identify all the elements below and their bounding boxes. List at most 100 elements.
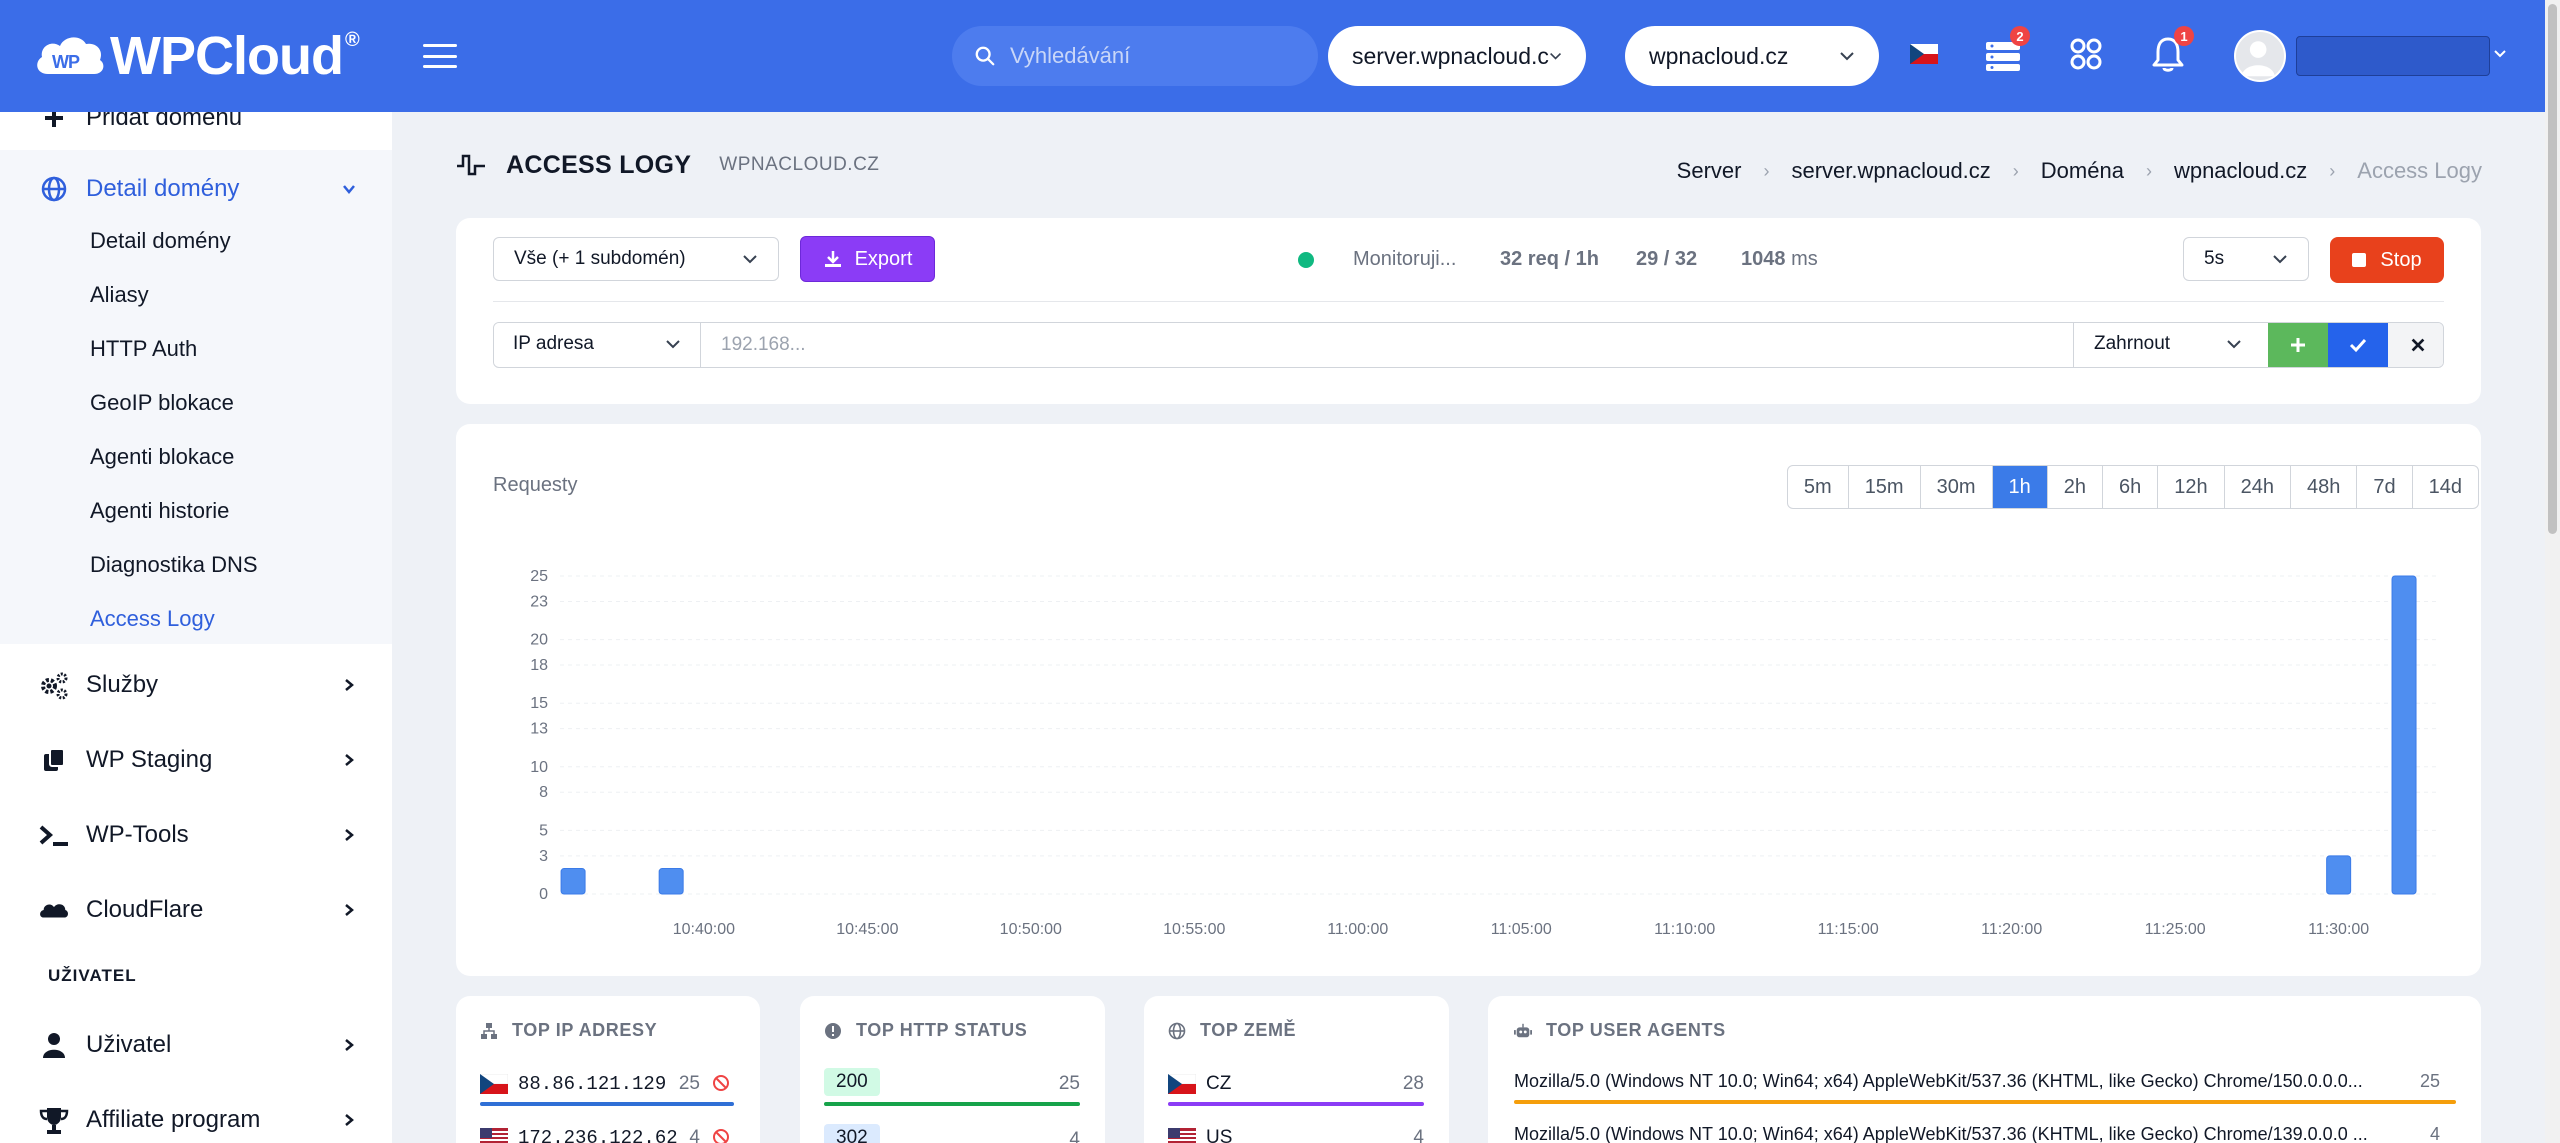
range-button-24h[interactable]: 24h [2225,466,2291,508]
country-count: 4 [1413,1127,1424,1143]
sidebar-item-cloudflare[interactable]: CloudFlare [0,883,392,937]
logo[interactable]: WP WPCloud ® [32,26,360,86]
request-rate: 32 req / 1h [1500,248,1599,271]
top-bar: WP WPCloud® server.wpnacloud.c wpnacloud… [0,0,2545,112]
section-user-heading: UŽIVATEL [48,966,137,985]
filter-type-value: IP adresa [513,333,594,354]
sidebar-item-domain-detail[interactable]: Detail domény [0,164,392,214]
x-tick-label: 11:00:00 [1327,921,1388,938]
search-box[interactable] [952,26,1318,86]
range-button-14d[interactable]: 14d [2413,466,2478,508]
breadcrumb-server[interactable]: Server [1677,158,1742,184]
submenu-access-logs[interactable]: Access Logy [90,606,215,632]
search-icon [975,46,995,66]
filter-mode-select[interactable]: Zahrnout [2074,323,2262,366]
breadcrumb-domain-name[interactable]: wpnacloud.cz [2174,158,2307,184]
range-button-7d[interactable]: 7d [2357,466,2413,508]
chart-bar[interactable] [658,868,684,895]
chevron-down-icon [666,340,680,349]
servers-button[interactable]: 2 [1984,26,2030,74]
range-button-1h[interactable]: 1h [1992,466,2048,508]
domain-select[interactable]: wpnacloud.cz [1625,26,1879,86]
sidebar-item-user[interactable]: Uživatel [0,1018,392,1072]
status-code-chip: 302 [824,1124,880,1143]
add-filter-button[interactable] [2268,323,2328,367]
submenu-http-auth[interactable]: HTTP Auth [90,336,197,362]
sidebar-item-label: WP-Tools [86,821,189,848]
submenu-geoip-block[interactable]: GeoIP blokace [90,390,234,416]
language-flag-cz-icon[interactable] [1910,44,1938,64]
time-range-group: 5m 15m 30m 1h 2h 6h 12h 24h 48h 7d 14d [1786,465,2479,509]
scope-select[interactable]: Vše (+ 1 subdomén) [493,237,779,281]
x-tick-label: 11:10:00 [1654,921,1715,938]
sidebar-item-wp-staging[interactable]: WP Staging [0,733,392,787]
robot-icon [1514,1023,1532,1037]
scrollbar-thumb[interactable] [2548,4,2557,534]
filter-type-select[interactable]: IP adresa [494,323,701,366]
breadcrumb-current: Access Logy [2357,158,2482,183]
x-tick-label: 10:55:00 [1163,921,1225,938]
top-ip-value[interactable]: 172.236.122.62 [518,1127,678,1143]
submenu-domain-detail[interactable]: Detail domény [90,228,231,254]
svg-text:WP: WP [52,52,80,72]
submenu-agents-block[interactable]: Agenti blokace [90,444,234,470]
country-count: 28 [1402,1073,1424,1094]
sidebar-item-services[interactable]: Služby [0,658,392,712]
user-agent-bar [1514,1100,2456,1104]
range-button-5m[interactable]: 5m [1788,466,1849,508]
sidebar-item-affiliate[interactable]: Affiliate program [0,1093,392,1143]
range-button-12h[interactable]: 12h [2158,466,2225,508]
request-rate-value: 32 req / 1h [1500,248,1599,270]
block-icon[interactable] [712,1074,730,1092]
domain-select-value: wpnacloud.cz [1649,42,1789,69]
chart-bar[interactable] [2326,855,2352,895]
submenu-agents-history[interactable]: Agenti historie [90,498,229,524]
y-tick-label: 8 [539,784,548,801]
breadcrumb-separator-icon: › [1763,160,1770,181]
monitoring-status-dot [1298,252,1314,268]
check-icon [2349,338,2367,353]
notifications-button[interactable]: 1 [2148,26,2194,74]
apply-filter-button[interactable] [2328,323,2388,367]
top-agents-card [1488,996,2481,1143]
submenu-dns-diagnostics[interactable]: Diagnostika DNS [90,552,258,578]
top-ip-value[interactable]: 88.86.121.129 [518,1073,666,1095]
top-ip-card [456,996,760,1143]
range-button-6h[interactable]: 6h [2103,466,2159,508]
chart-bar[interactable] [560,868,586,895]
servers-badge: 2 [2010,26,2030,46]
brand-name: WPCloud [110,26,344,86]
user-agent-count: 4 [2429,1124,2440,1143]
trophy-icon [38,1104,70,1136]
range-button-15m[interactable]: 15m [1849,466,1921,508]
search-input[interactable] [1010,43,1290,69]
sidebar-item-wp-tools[interactable]: WP-Tools [0,808,392,862]
breadcrumb-domain[interactable]: Doména [2041,158,2124,184]
country-code: CZ [1206,1073,1232,1094]
chart-bar[interactable] [2391,575,2417,895]
sidebar-item-label: CloudFlare [86,896,204,923]
export-button[interactable]: Export [800,236,935,282]
range-button-48h[interactable]: 48h [2291,466,2358,508]
stop-button[interactable]: Stop [2330,237,2444,283]
interval-select[interactable]: 5s [2183,237,2309,281]
chevron-down-icon [1549,52,1561,60]
filter-value-input[interactable] [700,323,2074,367]
submenu-aliases[interactable]: Aliasy [90,282,149,308]
breadcrumb-server-name[interactable]: server.wpnacloud.cz [1791,158,1990,184]
y-tick-label: 3 [539,848,548,865]
chevron-down-icon[interactable] [2494,50,2506,58]
server-select[interactable]: server.wpnacloud.c [1328,26,1586,86]
avatar[interactable] [2234,30,2286,82]
block-icon[interactable] [712,1128,730,1143]
page-scrollbar[interactable] [2545,0,2560,1143]
apps-button[interactable] [2066,34,2106,74]
menu-toggle-button[interactable] [423,44,457,68]
range-button-2h[interactable]: 2h [2048,466,2103,508]
range-button-30m[interactable]: 30m [1921,466,1993,508]
clear-filter-button[interactable] [2388,323,2443,367]
sidebar-item-add-domain[interactable]: Přidat doménu [0,112,392,138]
country-code: US [1206,1127,1233,1143]
user-name-redacted[interactable] [2296,36,2490,76]
terminal-icon [38,819,70,851]
